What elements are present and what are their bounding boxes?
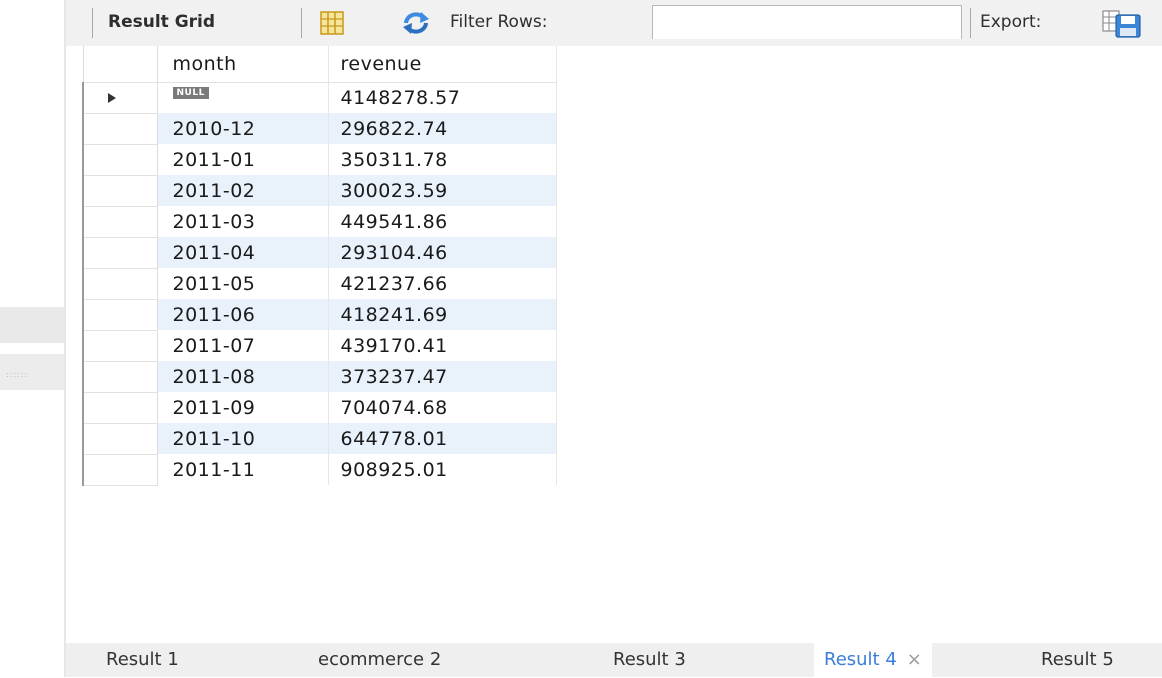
table-row[interactable]: 2011-09 704074.68 xyxy=(82,392,557,424)
month-cell[interactable]: 2011-04 xyxy=(157,237,329,268)
month-cell[interactable]: 2011-07 xyxy=(157,330,329,361)
row-selector[interactable] xyxy=(82,82,158,114)
revenue-cell[interactable]: 644778.01 xyxy=(328,423,557,454)
null-badge: NULL xyxy=(172,86,209,99)
month-cell[interactable]: NULL xyxy=(157,82,329,113)
toolbar-separator xyxy=(301,8,302,38)
row-selector[interactable] xyxy=(82,361,158,393)
month-cell[interactable]: 2011-01 xyxy=(157,144,329,175)
tab-ecommerce-2[interactable]: ecommerce 2 xyxy=(318,649,441,670)
close-icon[interactable]: × xyxy=(907,649,922,670)
table-row[interactable]: 2010-12 296822.74 xyxy=(82,113,557,145)
tab-result-5[interactable]: Result 5 xyxy=(1041,649,1114,670)
table-row[interactable]: 2011-04 293104.46 xyxy=(82,237,557,269)
result-toolbar: Result Grid Filter Rows: Export: xyxy=(66,0,1162,46)
row-selector[interactable] xyxy=(82,330,158,362)
table-row[interactable]: 2011-05 421237.66 xyxy=(82,268,557,300)
row-selector[interactable] xyxy=(82,268,158,300)
result-panel: Result Grid Filter Rows: Export: month r… xyxy=(66,0,1162,678)
filter-rows-label: Filter Rows: xyxy=(450,12,548,32)
filter-rows-input[interactable] xyxy=(652,5,962,39)
table-row[interactable]: 2011-08 373237.47 xyxy=(82,361,557,393)
result-grid-button[interactable]: Result Grid xyxy=(108,12,215,32)
splitter-handle[interactable]: :::::: xyxy=(0,354,64,390)
table-row[interactable]: 2011-10 644778.01 xyxy=(82,423,557,455)
column-header-month[interactable]: month xyxy=(157,46,329,83)
table-row[interactable]: NULL 4148278.57 xyxy=(82,82,557,114)
grid-header-row: month revenue xyxy=(82,46,557,83)
toolbar-separator xyxy=(92,8,93,38)
month-cell[interactable]: 2011-11 xyxy=(157,454,329,485)
month-cell[interactable]: 2011-09 xyxy=(157,392,329,423)
revenue-cell[interactable]: 704074.68 xyxy=(328,392,557,423)
result-grid: month revenue NULL 4148278.57 2010-12 29… xyxy=(82,46,557,486)
row-selector-header[interactable] xyxy=(82,46,158,83)
month-cell[interactable]: 2010-12 xyxy=(157,113,329,144)
revenue-cell[interactable]: 418241.69 xyxy=(328,299,557,330)
tab-result-1[interactable]: Result 1 xyxy=(106,649,179,670)
table-row[interactable]: 2011-01 350311.78 xyxy=(82,144,557,176)
splitter-grip-icon: :::::: xyxy=(6,370,29,379)
row-selector[interactable] xyxy=(82,237,158,269)
month-cell[interactable]: 2011-10 xyxy=(157,423,329,454)
table-row[interactable]: 2011-06 418241.69 xyxy=(82,299,557,331)
revenue-cell[interactable]: 908925.01 xyxy=(328,454,557,485)
revenue-cell[interactable]: 300023.59 xyxy=(328,175,557,206)
month-cell[interactable]: 2011-02 xyxy=(157,175,329,206)
toolbar-separator xyxy=(970,8,971,38)
table-row[interactable]: 2011-03 449541.86 xyxy=(82,206,557,238)
table-row[interactable]: 2011-02 300023.59 xyxy=(82,175,557,207)
revenue-cell[interactable]: 373237.47 xyxy=(328,361,557,392)
row-selector[interactable] xyxy=(82,423,158,455)
grid-layout-icon[interactable] xyxy=(320,11,344,35)
refresh-icon[interactable] xyxy=(402,11,430,35)
tab-result-4-label: Result 4 xyxy=(824,649,897,670)
revenue-cell[interactable]: 293104.46 xyxy=(328,237,557,268)
row-selector[interactable] xyxy=(82,113,158,145)
revenue-cell[interactable]: 449541.86 xyxy=(328,206,557,237)
tab-result-3[interactable]: Result 3 xyxy=(613,649,686,670)
row-selector[interactable] xyxy=(82,299,158,331)
table-row[interactable]: 2011-07 439170.41 xyxy=(82,330,557,362)
column-header-revenue[interactable]: revenue xyxy=(328,46,557,83)
row-pointer-icon xyxy=(108,92,116,103)
table-row[interactable]: 2011-11 908925.01 xyxy=(82,454,557,486)
month-cell[interactable]: 2011-05 xyxy=(157,268,329,299)
revenue-cell[interactable]: 350311.78 xyxy=(328,144,557,175)
result-tabs: Result 1 ecommerce 2 Result 3 Result 4 × … xyxy=(66,643,1162,678)
revenue-cell[interactable]: 4148278.57 xyxy=(328,82,557,113)
row-selector[interactable] xyxy=(82,454,158,486)
month-cell[interactable]: 2011-03 xyxy=(157,206,329,237)
row-selector[interactable] xyxy=(82,206,158,238)
revenue-cell[interactable]: 421237.66 xyxy=(328,268,557,299)
tab-result-4[interactable]: Result 4 × xyxy=(814,643,932,678)
row-selector[interactable] xyxy=(82,175,158,207)
month-cell[interactable]: 2011-06 xyxy=(157,299,329,330)
splitter-handle-top[interactable] xyxy=(0,307,64,343)
month-cell[interactable]: 2011-08 xyxy=(157,361,329,392)
export-save-icon[interactable] xyxy=(1102,9,1146,39)
export-label: Export: xyxy=(980,12,1042,32)
row-selector[interactable] xyxy=(82,144,158,176)
revenue-cell[interactable]: 296822.74 xyxy=(328,113,557,144)
row-selector[interactable] xyxy=(82,392,158,424)
revenue-cell[interactable]: 439170.41 xyxy=(328,330,557,361)
